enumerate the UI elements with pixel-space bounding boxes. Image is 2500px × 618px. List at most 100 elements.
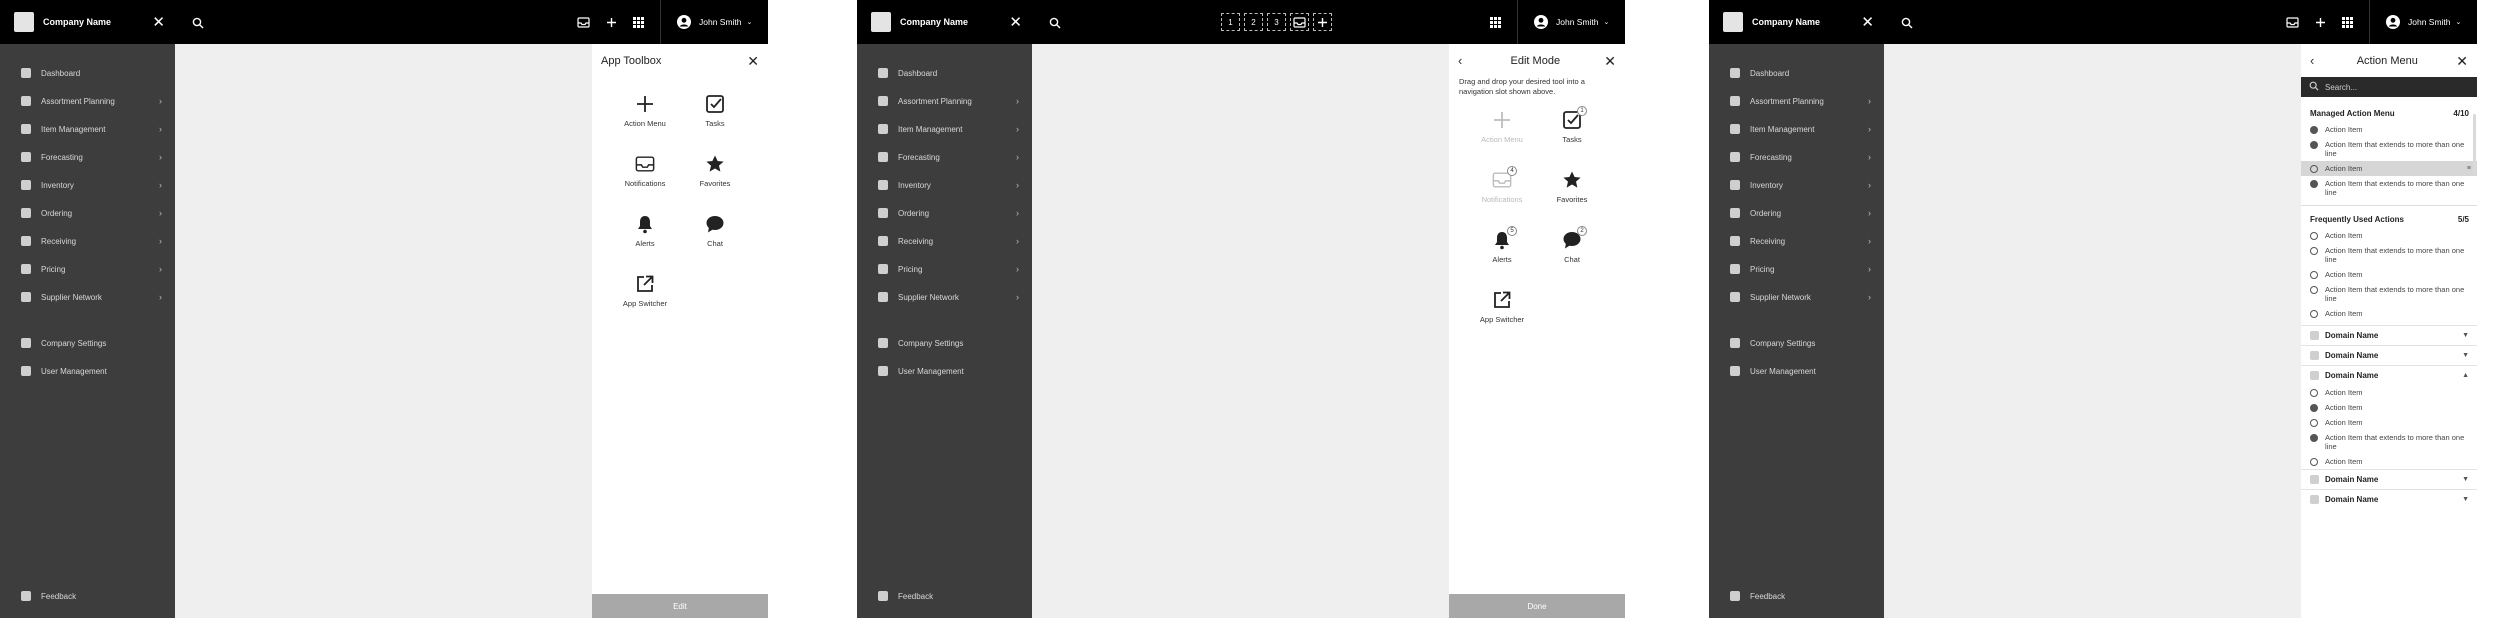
sidebar-item-receiving[interactable]: Receiving › xyxy=(857,227,1032,255)
close-icon[interactable]: ✕ xyxy=(2456,54,2468,68)
drag-handle-icon[interactable]: ≡ xyxy=(2467,164,2471,173)
action-item[interactable]: Action Item ≡ xyxy=(2301,161,2477,176)
edit-button[interactable]: Edit xyxy=(592,594,768,618)
tool-app-switcher[interactable]: App Switcher xyxy=(610,273,680,319)
sidebar-item-item-management[interactable]: Item Management › xyxy=(857,115,1032,143)
action-item[interactable]: Action Item xyxy=(2301,454,2477,469)
done-button[interactable]: Done xyxy=(1449,594,1625,618)
action-item[interactable]: Action Item xyxy=(2301,267,2477,282)
sidebar-item-feedback[interactable]: Feedback xyxy=(1709,582,1884,610)
tool-action-menu[interactable]: Action Menu xyxy=(610,93,680,139)
plus-slot[interactable] xyxy=(1313,13,1332,31)
plus-icon[interactable] xyxy=(2315,17,2326,28)
sidebar-item-company-settings[interactable]: Company Settings xyxy=(0,329,175,357)
sidebar-item-dashboard[interactable]: Dashboard xyxy=(1709,59,1884,87)
tool-app-switcher[interactable]: App Switcher xyxy=(1467,289,1537,335)
action-item[interactable]: Action Item that extends to more than on… xyxy=(2301,176,2477,200)
domain-accordion[interactable]: Domain Name ▼ xyxy=(2301,325,2477,345)
action-item[interactable]: Action Item xyxy=(2301,228,2477,243)
sidebar-item-user-management[interactable]: User Management xyxy=(1709,357,1884,385)
close-icon[interactable]: ✕ xyxy=(1604,54,1616,68)
sidebar-item-assortment-planning[interactable]: Assortment Planning › xyxy=(857,87,1032,115)
scrollbar[interactable] xyxy=(2473,114,2476,174)
close-icon[interactable]: ✕ xyxy=(1861,15,1874,30)
sidebar-item-receiving[interactable]: Receiving › xyxy=(1709,227,1884,255)
user-menu[interactable]: John Smith ⌄ xyxy=(1517,0,1625,44)
sidebar-item-inventory[interactable]: Inventory › xyxy=(857,171,1032,199)
close-icon[interactable]: ✕ xyxy=(747,54,759,68)
inbox-icon[interactable] xyxy=(2286,16,2299,28)
apps-grid-icon[interactable] xyxy=(633,16,644,28)
sidebar-item-ordering[interactable]: Ordering › xyxy=(1709,199,1884,227)
sidebar-item-forecasting[interactable]: Forecasting › xyxy=(857,143,1032,171)
sidebar-item-company-settings[interactable]: Company Settings xyxy=(1709,329,1884,357)
action-item[interactable]: Action Item xyxy=(2301,306,2477,321)
sidebar-item-pricing[interactable]: Pricing › xyxy=(0,255,175,283)
sidebar-item-feedback[interactable]: Feedback xyxy=(857,582,1032,610)
sidebar-item-dashboard[interactable]: Dashboard xyxy=(0,59,175,87)
action-item[interactable]: Action Item xyxy=(2301,415,2477,430)
sidebar-item-pricing[interactable]: Pricing › xyxy=(1709,255,1884,283)
sidebar-item-user-management[interactable]: User Management xyxy=(0,357,175,385)
apps-grid-icon[interactable] xyxy=(2342,16,2353,28)
sidebar-item-assortment-planning[interactable]: Assortment Planning › xyxy=(0,87,175,115)
sidebar-item-inventory[interactable]: Inventory › xyxy=(1709,171,1884,199)
search-icon[interactable] xyxy=(1049,16,1061,29)
tool-chat[interactable]: Chat xyxy=(680,213,750,259)
inbox-icon[interactable] xyxy=(577,16,590,28)
domain-accordion[interactable]: Domain Name ▲ xyxy=(2301,365,2477,385)
sidebar-item-supplier-network[interactable]: Supplier Network › xyxy=(0,283,175,311)
tool-alerts[interactable]: Alerts xyxy=(610,213,680,259)
sidebar-item-ordering[interactable]: Ordering › xyxy=(857,199,1032,227)
tool-tasks[interactable]: 1 Tasks xyxy=(1537,106,1607,155)
sidebar-item-forecasting[interactable]: Forecasting › xyxy=(1709,143,1884,171)
back-arrow-icon[interactable]: ‹ xyxy=(1458,53,1462,68)
user-menu[interactable]: John Smith ⌄ xyxy=(660,0,768,44)
navigation-slot[interactable]: 2 xyxy=(1244,13,1263,31)
tool-action-menu[interactable]: Action Menu xyxy=(1467,109,1537,155)
user-menu[interactable]: John Smith ⌄ xyxy=(2369,0,2477,44)
sidebar-item-supplier-network[interactable]: Supplier Network › xyxy=(1709,283,1884,311)
action-search-input[interactable]: Search... xyxy=(2301,77,2477,97)
tool-tasks[interactable]: Tasks xyxy=(680,93,750,139)
sidebar-item-company-settings[interactable]: Company Settings xyxy=(857,329,1032,357)
sidebar-item-item-management[interactable]: Item Management › xyxy=(1709,115,1884,143)
tool-alerts[interactable]: 5 Alerts xyxy=(1467,226,1537,275)
search-icon[interactable] xyxy=(192,16,204,29)
action-item[interactable]: Action Item xyxy=(2301,385,2477,400)
search-icon[interactable] xyxy=(1901,16,1913,29)
domain-accordion[interactable]: Domain Name ▼ xyxy=(2301,489,2477,509)
action-item[interactable]: Action Item that extends to more than on… xyxy=(2301,137,2477,161)
sidebar-item-item-management[interactable]: Item Management › xyxy=(0,115,175,143)
action-item[interactable]: Action Item xyxy=(2301,400,2477,415)
inbox-slot[interactable] xyxy=(1290,13,1309,31)
tool-notifications[interactable]: Notifications xyxy=(610,153,680,199)
app-switcher-grid-icon[interactable] xyxy=(1490,16,1501,28)
navigation-slot[interactable]: 3 xyxy=(1267,13,1286,31)
sidebar-item-assortment-planning[interactable]: Assortment Planning › xyxy=(1709,87,1884,115)
tool-favorites[interactable]: Favorites xyxy=(680,153,750,199)
action-item[interactable]: Action Item that extends to more than on… xyxy=(2301,282,2477,306)
close-icon[interactable]: ✕ xyxy=(152,15,165,30)
sidebar-item-user-management[interactable]: User Management xyxy=(857,357,1032,385)
sidebar-item-inventory[interactable]: Inventory › xyxy=(0,171,175,199)
sidebar-item-feedback[interactable]: Feedback xyxy=(0,582,175,610)
sidebar-item-supplier-network[interactable]: Supplier Network › xyxy=(857,283,1032,311)
plus-icon[interactable] xyxy=(606,17,617,28)
action-item[interactable]: Action Item that extends to more than on… xyxy=(2301,430,2477,454)
domain-accordion[interactable]: Domain Name ▼ xyxy=(2301,469,2477,489)
close-icon[interactable]: ✕ xyxy=(1009,15,1022,30)
back-arrow-icon[interactable]: ‹ xyxy=(2310,53,2314,68)
tool-favorites[interactable]: Favorites xyxy=(1537,169,1607,215)
action-item[interactable]: Action Item xyxy=(2301,122,2477,137)
navigation-slot[interactable]: 1 xyxy=(1221,13,1240,31)
sidebar-item-receiving[interactable]: Receiving › xyxy=(0,227,175,255)
sidebar-item-ordering[interactable]: Ordering › xyxy=(0,199,175,227)
sidebar-item-dashboard[interactable]: Dashboard xyxy=(857,59,1032,87)
action-item[interactable]: Action Item that extends to more than on… xyxy=(2301,243,2477,267)
tool-chat[interactable]: 2 Chat xyxy=(1537,226,1607,275)
sidebar-item-pricing[interactable]: Pricing › xyxy=(857,255,1032,283)
tool-notifications[interactable]: 4 Notifications xyxy=(1467,166,1537,215)
domain-accordion[interactable]: Domain Name ▼ xyxy=(2301,345,2477,365)
sidebar-item-forecasting[interactable]: Forecasting › xyxy=(0,143,175,171)
